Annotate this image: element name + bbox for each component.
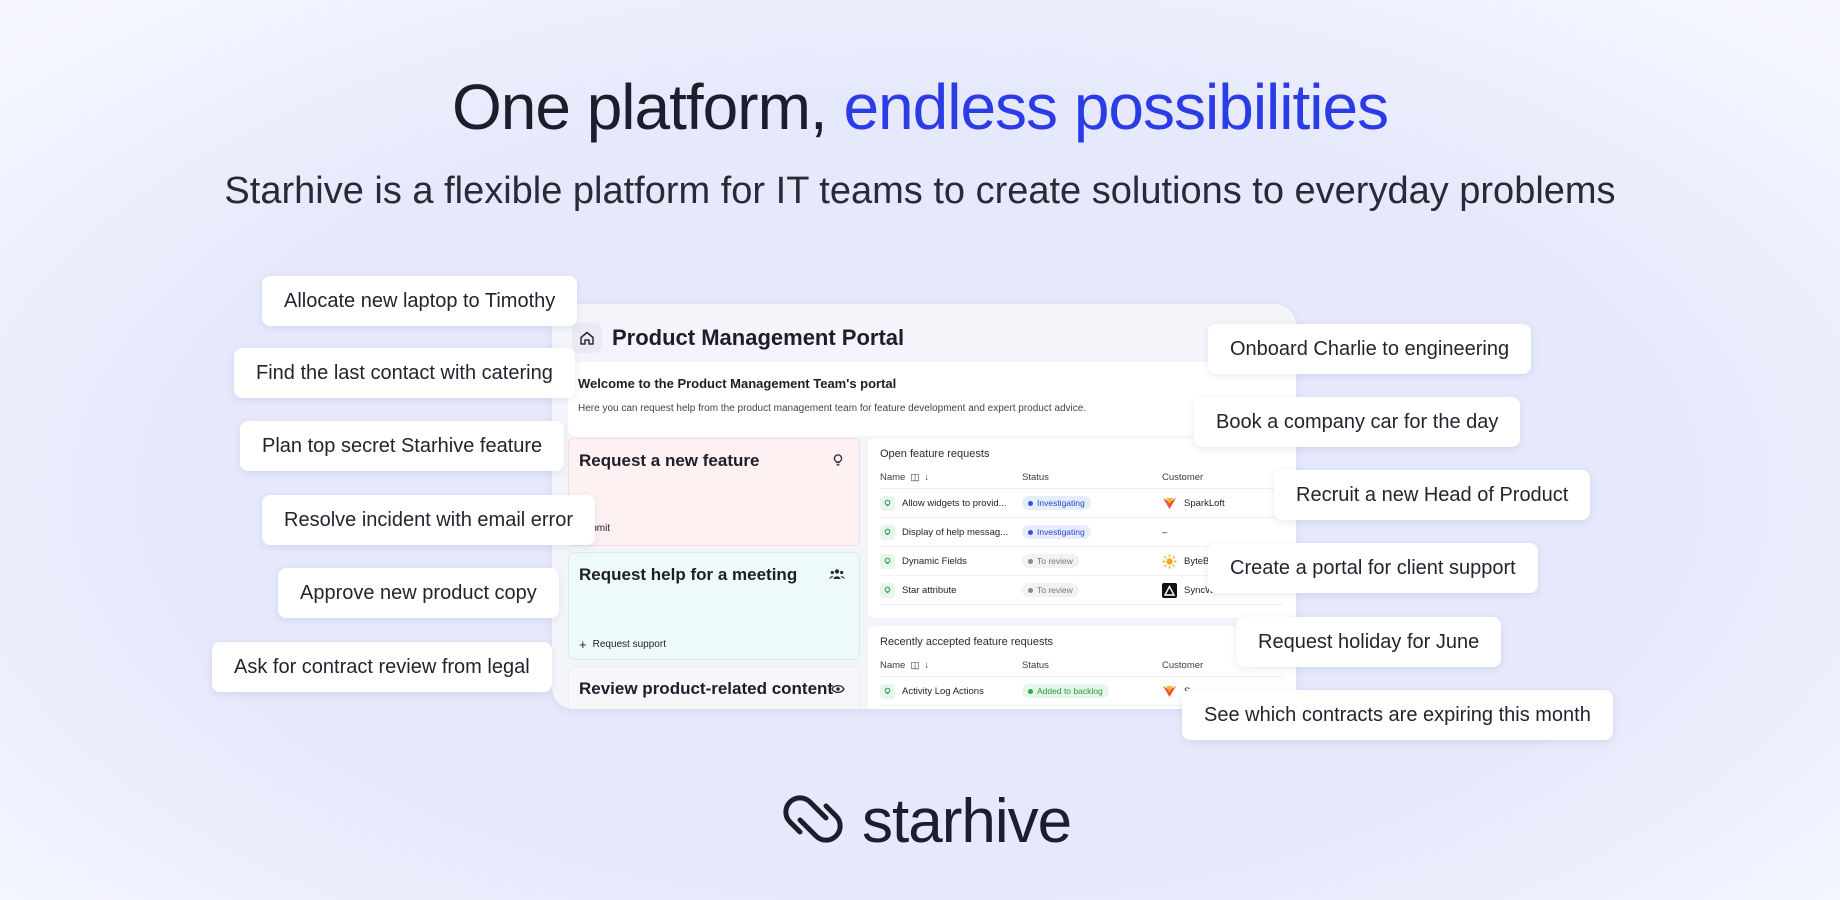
status-badge: To review — [1022, 583, 1079, 597]
pill-resolve-incident[interactable]: Resolve incident with email error — [262, 495, 596, 545]
bytebl-logo-icon — [1162, 554, 1177, 569]
sort-arrow-icon: ↓ — [924, 472, 930, 483]
pill-approve-copy[interactable]: Approve new product copy — [278, 568, 559, 618]
status-badge: Added to backlog — [1022, 684, 1109, 698]
lightbulb-icon — [880, 582, 895, 598]
table-row[interactable]: Allow widgets to provid... Investigating… — [880, 489, 1284, 518]
lightbulb-icon — [880, 524, 895, 540]
row-name: Activity Log Actions — [902, 685, 984, 697]
request-card-title: Request a new feature — [579, 451, 760, 470]
pill-allocate-laptop[interactable]: Allocate new laptop to Timothy — [262, 276, 578, 326]
column-name-label: Name — [880, 660, 906, 671]
lightbulb-icon — [880, 553, 895, 569]
syncwave-logo-icon — [1162, 582, 1177, 598]
portal-preview: Product Management Portal Welcome to the… — [552, 304, 1296, 709]
hero-title-accent: endless possibilities — [843, 71, 1389, 143]
welcome-title: Welcome to the Product Management Team's… — [578, 376, 897, 391]
plus-icon: + — [579, 637, 587, 652]
pill-onboard-charlie[interactable]: Onboard Charlie to engineering — [1208, 324, 1532, 374]
request-feature-card[interactable]: Request a new feature Submit — [568, 438, 860, 546]
status-label: To review — [1037, 585, 1073, 595]
lightbulb-icon — [880, 495, 895, 511]
column-customer[interactable]: Customer — [1162, 472, 1282, 483]
pill-contract-review[interactable]: Ask for contract review from legal — [212, 642, 552, 692]
row-name: Star attribute — [902, 584, 957, 596]
sparkloft-logo-icon — [1162, 684, 1177, 699]
status-label: Investigating — [1037, 527, 1085, 537]
column-name[interactable]: Name ◫ ↓ — [880, 660, 1022, 671]
brand-name: starhive — [862, 787, 1072, 856]
tag-icon: ◫ — [910, 472, 920, 483]
table-header: Name ◫ ↓ Status Customer — [880, 660, 1284, 677]
brand: starhive — [778, 784, 1072, 859]
request-card-title: Request help for a meeting — [579, 565, 798, 584]
status-badge: To review — [1022, 554, 1079, 568]
status-badge: Investigating — [1022, 525, 1091, 539]
pill-recruit-head[interactable]: Recruit a new Head of Product — [1274, 470, 1591, 520]
welcome-text: Here you can request help from the produ… — [578, 403, 1087, 414]
portal-title: Product Management Portal — [612, 325, 905, 350]
hero-subtitle: Starhive is a flexible platform for IT t… — [224, 170, 1616, 212]
starhive-logo-icon — [778, 784, 848, 859]
column-name[interactable]: Name ◫ ↓ — [880, 472, 1022, 483]
review-content-card[interactable]: Review product-related content — [568, 666, 860, 709]
table-header: Name ◫ ↓ Status Customer — [880, 472, 1284, 489]
panel-title: Recently accepted feature requests — [880, 636, 1054, 648]
row-name: Display of help messag... — [902, 526, 1009, 538]
column-name-label: Name — [880, 472, 906, 483]
status-label: To review — [1037, 556, 1073, 566]
portal-header: Product Management Portal — [572, 318, 904, 358]
request-meeting-card[interactable]: Request help for a meeting + Request sup… — [568, 552, 860, 660]
customer-name: – — [1162, 526, 1168, 538]
request-card-title: Review product-related content — [579, 679, 834, 698]
request-support-button[interactable]: + Request support — [579, 637, 666, 652]
panel-title: Open feature requests — [880, 448, 990, 460]
hero-title-main: One platform, — [451, 71, 844, 143]
column-status[interactable]: Status — [1022, 660, 1162, 671]
lightbulb-icon — [831, 453, 845, 472]
hero-title: One platform, endless possibilities — [0, 70, 1840, 144]
sparkloft-logo-icon — [1162, 496, 1177, 511]
pill-client-portal[interactable]: Create a portal for client support — [1208, 543, 1538, 593]
pill-request-holiday[interactable]: Request holiday for June — [1236, 617, 1502, 667]
row-name: Allow widgets to provid... — [902, 497, 1007, 509]
people-icon — [829, 567, 845, 585]
tag-icon: ◫ — [910, 660, 920, 671]
sort-arrow-icon: ↓ — [924, 660, 930, 671]
lightbulb-icon — [880, 683, 895, 699]
pill-book-car[interactable]: Book a company car for the day — [1194, 397, 1521, 447]
status-label: Investigating — [1037, 498, 1085, 508]
eye-icon — [831, 681, 845, 699]
request-support-label: Request support — [592, 639, 666, 650]
row-name: Dynamic Fields — [902, 555, 967, 567]
column-status[interactable]: Status — [1022, 472, 1162, 483]
pill-find-contact[interactable]: Find the last contact with catering — [234, 348, 575, 398]
customer-name: SparkLoft — [1184, 497, 1225, 509]
status-label: Added to backlog — [1037, 686, 1103, 696]
welcome-panel: Welcome to the Product Management Team's… — [568, 362, 1296, 436]
pill-plan-feature[interactable]: Plan top secret Starhive feature — [240, 421, 565, 471]
pill-expiring-contracts[interactable]: See which contracts are expiring this mo… — [1182, 690, 1613, 740]
status-badge: Investigating — [1022, 496, 1091, 510]
home-icon[interactable] — [572, 323, 602, 353]
